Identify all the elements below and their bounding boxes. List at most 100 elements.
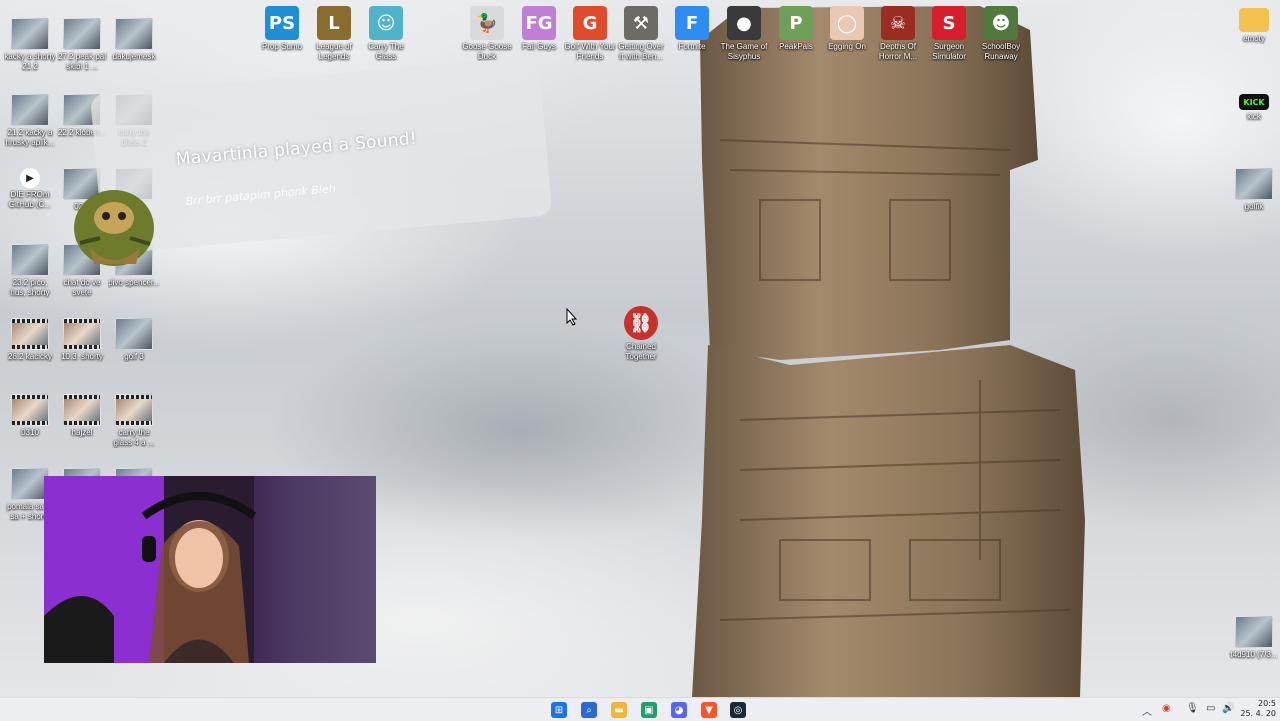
video-thumbnail-icon [115,318,153,350]
file-explorer-icon[interactable]: ▬ [611,702,627,718]
depths-of-horror-m-icon: ☠ [881,6,915,40]
desktop-icon-label: t4d910 (7/3... [1230,650,1278,659]
video-thumbnail-icon [63,18,101,50]
desktop-icon-label: Carry The Glass [368,42,404,61]
desktop-icon-label: DIE FROm GitHub (C... [8,190,52,209]
notification-title: Mavartinla played a Sound! [175,128,418,170]
league-of-legends-icon: L [317,6,351,40]
desktop-game-shortcut[interactable]: ☠ Depths Of Horror M... [872,6,924,62]
video-thumbnail-icon [1235,616,1273,648]
desktop-game-shortcut[interactable]: P PeakPals [770,6,822,52]
video-thumbnail-icon [115,18,153,50]
start-button-icon[interactable]: ⊞ [551,702,567,718]
desktop-file-icon[interactable]: hajzel [56,394,108,438]
desktop-game-shortcut[interactable]: 🦆 Goose Goose Duck [461,6,513,62]
tray-app-icon[interactable]: ◉ [1162,703,1171,714]
video-thumbnail-icon [11,18,49,50]
network-icon[interactable]: ▭ [1206,703,1215,714]
mouse-cursor-icon [566,308,578,326]
desktop-file-icon[interactable]: 0310 [4,394,56,438]
golf-with-your-friends-icon: G [573,6,607,40]
desktop-icon-label: SchoolBoy Runaway [981,42,1021,61]
desktop-game-shortcut[interactable]: F Fortnite [666,6,718,52]
desktop-right-icon[interactable]: KICK kick [1228,94,1280,122]
desktop-icon-chained-together[interactable]: ⛓ Chained Together [615,306,667,362]
desktop-icon-label: Prop Sumo [261,42,303,51]
video-thumbnail-icon [11,394,49,426]
notification-subtitle: Brr brr patapim phonk Bleh [185,181,337,209]
steam-icon[interactable]: ◎ [730,702,746,718]
desktop-icon-label: Fortnite [678,42,706,51]
desktop-icon-label: Depths Of Horror M... [878,42,918,61]
desktop-file-icon[interactable]: 27.2 peak pal skibi 1 ... [56,18,108,72]
desktop-icon-label: 10.3. shorty [61,352,103,361]
goose-goose-duck-icon: 🦆 [470,6,504,40]
desktop-file-icon[interactable]: 23.2 pico, hus, shorty [4,244,56,298]
desktop-game-shortcut[interactable]: G Golf With Your Friends [564,6,616,62]
streamer-figure [44,476,257,663]
desktop-game-shortcut[interactable]: S Surgeon Simulator [923,6,975,62]
desktop-icon-label: The Game of Sisyphus [720,42,768,61]
kick-icon: KICK [1239,94,1269,110]
desktop-game-shortcut[interactable]: ☻ SchoolBoy Runaway [975,6,1027,62]
desktop-icon-label: carry the glass 4 a ... [113,428,155,447]
clock-date: 25. 4. 20 [1240,709,1276,718]
carry-the-glass-icon: ☺ [369,6,403,40]
chained-together-icon: ⛓ [624,306,658,340]
desktop-icon-label: Fall Guys [522,42,556,51]
discord-icon[interactable]: ◕ [671,702,687,718]
desktop-file-icon[interactable]: 26.2 kacicky [4,318,56,362]
desktop-icon-label: hajzel [71,428,93,437]
desktop-icon-label: kick [1247,112,1261,121]
desktop-file-icon[interactable]: kacky a shorty 21.2 [4,18,56,72]
prop-sumo-icon: PS [265,6,299,40]
desktop-game-shortcut[interactable]: ⚒ Getting Over It with Ben... [615,6,667,62]
desktop-file-icon[interactable]: 10.3. shorty [56,318,108,362]
folder-icon [1239,8,1269,32]
desktop-file-icon[interactable]: dakujemesk [108,18,160,62]
search-button-icon[interactable]: ⌕ [581,702,597,718]
video-thumbnail-icon [63,394,101,426]
tray-overflow-chevron-icon[interactable]: ︿ [1142,703,1152,718]
desktop-game-shortcut[interactable]: FG Fall Guys [513,6,565,52]
desktop-file-icon[interactable]: carry the glass 4 a ... [108,394,160,448]
desktop-icon-label: kacky a shorty 21.2 [4,52,56,71]
desktop-right-icon[interactable]: emoty [1228,8,1280,44]
desktop-right-icon[interactable]: golfik [1228,168,1280,212]
desktop-game-shortcut[interactable]: L League of Legends [308,6,360,62]
desktop-icon-label: PeakPals [779,42,813,51]
webcam-overlay [44,476,376,663]
taskbar: ⊞ ⌕ ▬ ▣ ◕ ▼ ◎ ︿ ◉ 🎙 ▭ 🔊 20:5 25. 4. 20 [0,697,1280,721]
system-clock[interactable]: 20:5 25. 4. 20 [1240,699,1276,719]
desktop-icon-label: Egging On [828,42,866,51]
desktop-game-shortcut[interactable]: ◯ Egging On [821,6,873,52]
clock-time: 20:5 [1258,699,1276,708]
monkey-avatar-icon [74,190,154,266]
desktop-icon-label: 0310 [21,428,39,437]
desktop-icon-label: Chained Together [625,342,657,361]
video-file-icon: ▶ [20,168,40,188]
surgeon-simulator-icon: S [932,6,966,40]
desktop-game-shortcut[interactable]: PS Prop Sumo [256,6,308,52]
desktop-game-shortcut[interactable]: ● The Game of Sisyphus [718,6,770,62]
getting-over-it-with-ben-icon: ⚒ [624,6,658,40]
schoolboy-runaway-icon: ☻ [984,6,1018,40]
desktop-icon-label: 21.2 kacky a hrusky aplik... [5,128,55,147]
brave-browser-icon[interactable]: ▼ [701,702,717,718]
desktop-file-icon[interactable]: 21.2 kacky a hrusky aplik... [4,94,56,148]
microphone-icon[interactable]: 🎙 [1186,703,1199,714]
egging-on-icon: ◯ [830,6,864,40]
video-thumbnail-icon [1235,168,1273,200]
video-thumbnail-icon [11,244,49,276]
video-thumbnail-icon [11,318,49,350]
desktop-right-icon[interactable]: t4d910 (7/3... [1228,616,1280,660]
desktop-game-shortcut[interactable]: ☺ Carry The Glass [360,6,412,62]
desktop-icon-label: 27.2 peak pal skibi 1 ... [57,52,107,71]
desktop-icon-label: dakujemesk [112,52,156,61]
fall-guys-icon: FG [522,6,556,40]
volume-icon[interactable]: 🔊 [1222,703,1234,714]
video-thumbnail-icon [63,318,101,350]
game-app-icon[interactable]: ▣ [641,702,657,718]
desktop-file-icon[interactable]: golf 3 [108,318,160,362]
desktop-file-icon[interactable]: ▶ DIE FROm GitHub (C... [4,168,56,210]
